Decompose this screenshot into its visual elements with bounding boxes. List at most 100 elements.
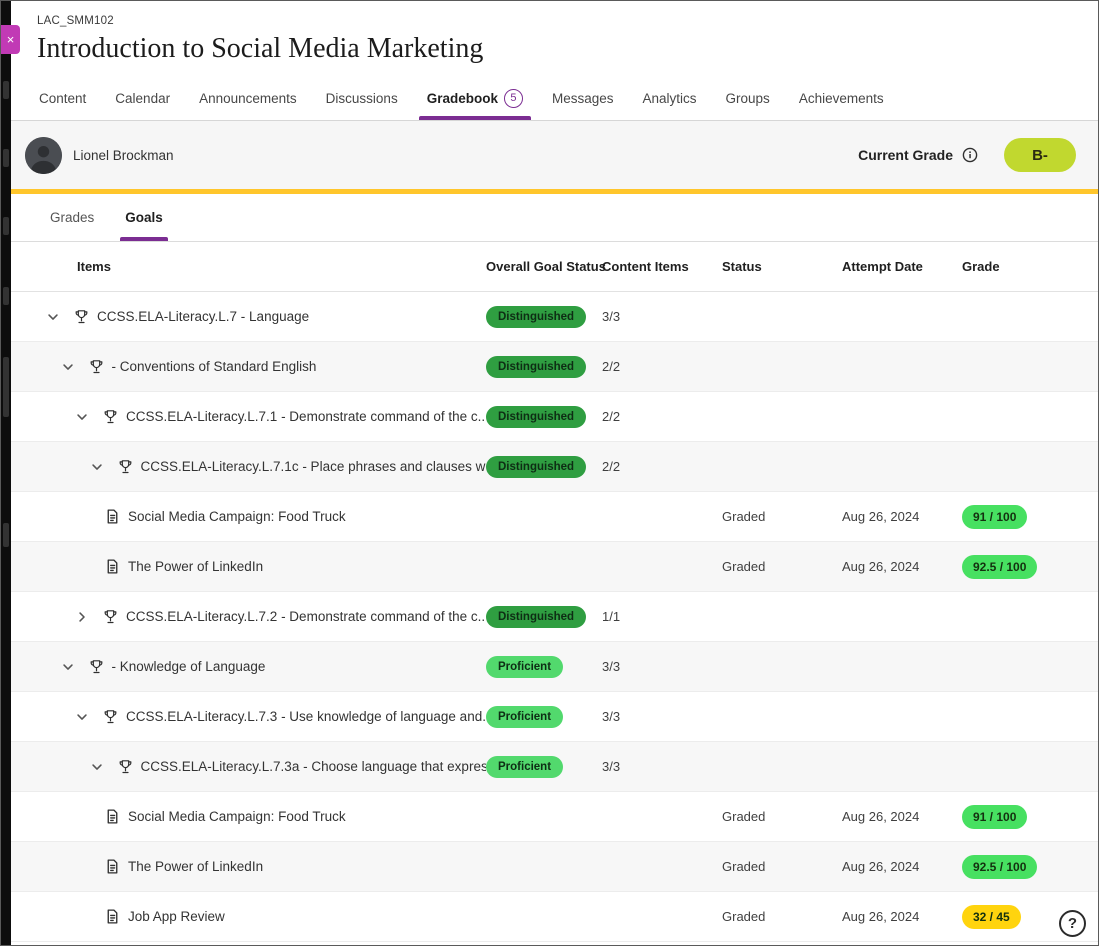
tab-groups[interactable]: Groups: [724, 76, 772, 120]
attempt-date: Aug 26, 2024: [842, 559, 962, 574]
table-row: CCSS.ELA-Literacy.L.7.3a - Choose langua…: [1, 742, 1098, 792]
row-label: CCSS.ELA-Literacy.L.7.1c - Place phrases…: [141, 459, 487, 474]
document-icon: [104, 908, 121, 925]
tab-gradebook[interactable]: Gradebook 5: [425, 76, 525, 120]
tab-messages[interactable]: Messages: [550, 76, 616, 120]
trophy-icon: [88, 358, 105, 375]
expand-chevron-icon[interactable]: [74, 709, 90, 725]
tab-achievements[interactable]: Achievements: [797, 76, 886, 120]
row-label: CCSS.ELA-Literacy.L.7.3a - Choose langua…: [141, 759, 487, 774]
table-row: CCSS.ELA-Literacy.L.7.3 - Use knowledge …: [1, 692, 1098, 742]
sidebar-icon: [3, 149, 9, 167]
document-icon: [104, 858, 121, 875]
table-row: The Power of LinkedIn Graded Aug 26, 202…: [1, 842, 1098, 892]
goal-status-badge: Proficient: [486, 756, 563, 778]
trophy-icon: [102, 408, 119, 425]
subtab-goals[interactable]: Goals: [124, 194, 164, 241]
tab-content[interactable]: Content: [37, 76, 88, 120]
expand-chevron-icon[interactable]: [60, 359, 76, 375]
goal-status-badge: Distinguished: [486, 606, 586, 628]
subtab-grades[interactable]: Grades: [49, 194, 95, 241]
content-items-count: 3/3: [602, 659, 722, 674]
document-icon: [104, 558, 121, 575]
trophy-icon: [117, 458, 134, 475]
sidebar-icon: [3, 217, 9, 235]
content-items-count: 3/3: [602, 709, 722, 724]
column-header-items: Items: [37, 259, 486, 274]
tab-discussions[interactable]: Discussions: [324, 76, 400, 120]
row-label: CCSS.ELA-Literacy.L.7.1 - Demonstrate co…: [126, 409, 486, 424]
table-row: CCSS.ELA-Literacy.L.7.2 - Demonstrate co…: [1, 592, 1098, 642]
grade-pill[interactable]: 92.5 / 100: [962, 855, 1037, 879]
row-label: Social Media Campaign: Food Truck: [128, 809, 346, 824]
expand-chevron-icon[interactable]: [45, 309, 61, 325]
expand-chevron-icon[interactable]: [60, 659, 76, 675]
student-bar: Lionel Brockman Current Grade B-: [1, 121, 1098, 189]
document-icon: [104, 508, 121, 525]
row-label: The Power of LinkedIn: [128, 859, 263, 874]
grade-pill[interactable]: 32 / 45: [962, 905, 1021, 929]
goals-table-header: Items Overall Goal Status Content Items …: [1, 242, 1098, 292]
course-title: Introduction to Social Media Marketing: [37, 30, 1098, 68]
table-row: CCSS.ELA-Literacy.L.7 - Language Disting…: [1, 292, 1098, 342]
trophy-icon: [73, 308, 90, 325]
info-icon[interactable]: [962, 147, 978, 163]
table-row: - Knowledge of Language Proficient 3/3: [1, 642, 1098, 692]
help-button[interactable]: ?: [1059, 910, 1086, 937]
sidebar-icon: [3, 523, 9, 547]
column-header-attempt-date: Attempt Date: [842, 259, 962, 274]
goal-status-badge: Distinguished: [486, 356, 586, 378]
row-label: The Power of LinkedIn: [128, 559, 263, 574]
tab-analytics[interactable]: Analytics: [641, 76, 699, 120]
avatar: [25, 137, 62, 174]
table-row: Job App Review Graded Aug 26, 2024 32 / …: [1, 892, 1098, 942]
student-name: Lionel Brockman: [73, 148, 174, 163]
expand-chevron-icon[interactable]: [89, 459, 105, 475]
column-header-grade: Grade: [962, 259, 1098, 274]
content-items-count: 2/2: [602, 409, 722, 424]
goals-table: Items Overall Goal Status Content Items …: [1, 242, 1098, 942]
expand-chevron-icon[interactable]: [74, 409, 90, 425]
question-mark-icon: ?: [1068, 915, 1077, 932]
tab-calendar[interactable]: Calendar: [113, 76, 172, 120]
grading-status: Graded: [722, 909, 842, 924]
content-items-count: 3/3: [602, 309, 722, 324]
course-nav: Content Calendar Announcements Discussio…: [1, 76, 1098, 121]
attempt-date: Aug 26, 2024: [842, 809, 962, 824]
current-grade-pill[interactable]: B-: [1004, 138, 1076, 172]
document-icon: [104, 808, 121, 825]
grading-status: Graded: [722, 859, 842, 874]
row-label: CCSS.ELA-Literacy.L.7 - Language: [97, 309, 309, 324]
course-header: LAC_SMM102 Introduction to Social Media …: [1, 1, 1098, 68]
table-row: Social Media Campaign: Food Truck Graded…: [1, 492, 1098, 542]
row-label: - Conventions of Standard English: [112, 359, 317, 374]
close-panel-button[interactable]: ×: [1, 25, 20, 54]
row-label: Job App Review: [128, 909, 225, 924]
table-row: Social Media Campaign: Food Truck Graded…: [1, 792, 1098, 842]
table-row: - Conventions of Standard English Distin…: [1, 342, 1098, 392]
goal-status-badge: Proficient: [486, 656, 563, 678]
row-label: CCSS.ELA-Literacy.L.7.3 - Use knowledge …: [126, 709, 486, 724]
close-icon: ×: [7, 32, 15, 47]
column-header-status: Status: [722, 259, 842, 274]
content-items-count: 2/2: [602, 359, 722, 374]
grade-pill[interactable]: 91 / 100: [962, 805, 1027, 829]
course-code: LAC_SMM102: [37, 15, 1098, 27]
column-header-content-items: Content Items: [602, 259, 722, 274]
expand-chevron-icon[interactable]: [74, 609, 90, 625]
grade-pill[interactable]: 91 / 100: [962, 505, 1027, 529]
current-grade-label: Current Grade: [858, 147, 953, 163]
gradebook-subtabs: Grades Goals: [1, 194, 1098, 242]
expand-chevron-icon[interactable]: [89, 759, 105, 775]
trophy-icon: [88, 658, 105, 675]
trophy-icon: [117, 758, 134, 775]
tab-announcements[interactable]: Announcements: [197, 76, 299, 120]
table-row: The Power of LinkedIn Graded Aug 26, 202…: [1, 542, 1098, 592]
attempt-date: Aug 26, 2024: [842, 509, 962, 524]
person-icon: [25, 137, 62, 174]
attempt-date: Aug 26, 2024: [842, 909, 962, 924]
trophy-icon: [102, 708, 119, 725]
goal-status-badge: Distinguished: [486, 406, 586, 428]
grade-pill[interactable]: 92.5 / 100: [962, 555, 1037, 579]
content-items-count: 3/3: [602, 759, 722, 774]
